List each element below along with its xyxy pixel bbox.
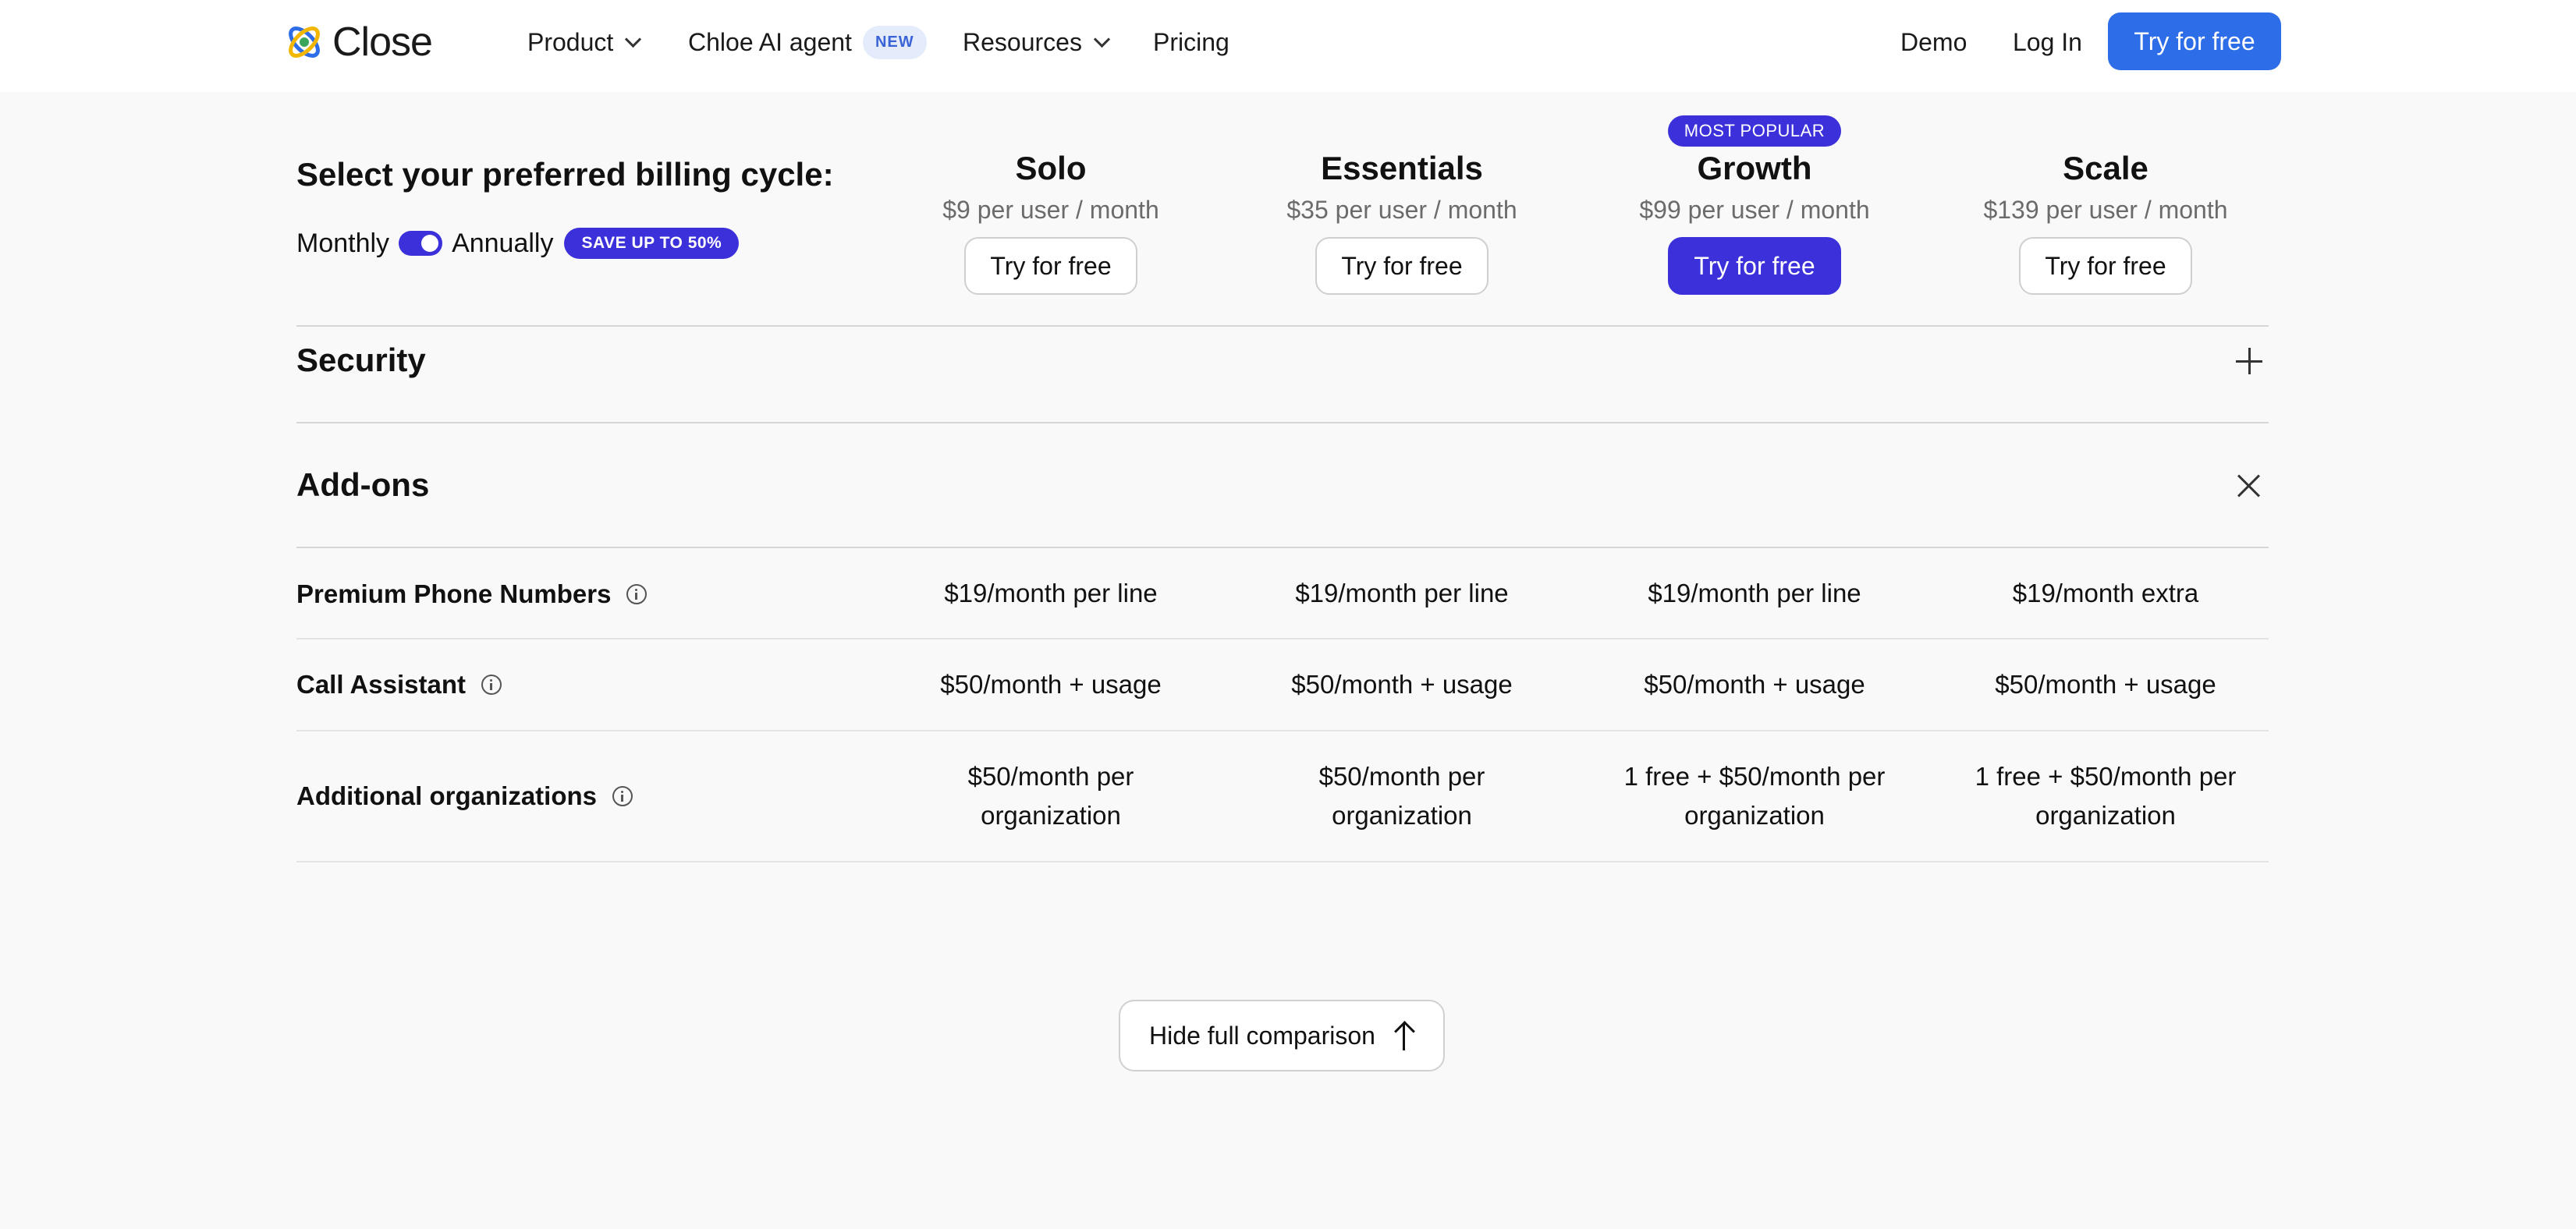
- addon-value: $50/month + usage: [940, 670, 1162, 699]
- logo-text: Close: [332, 19, 433, 65]
- growth-try-button[interactable]: Try for free: [1668, 237, 1841, 295]
- nav-product[interactable]: Product: [527, 27, 642, 58]
- billing-toggle[interactable]: [399, 231, 443, 256]
- addon-value: $19/month extra: [2012, 579, 2199, 607]
- top-navigation: Close Product Chloe AI agent NEW Resourc…: [0, 0, 2576, 92]
- addon-value: $50/month + usage: [1644, 670, 1865, 699]
- nav-pricing-label: Pricing: [1153, 27, 1229, 56]
- addon-label: Premium Phone Numbers: [296, 579, 612, 608]
- plan-growth: Growth $99 per user / month Try for free: [1579, 148, 1930, 295]
- nav-resources[interactable]: Resources: [963, 27, 1111, 58]
- addon-value: $50/month per organization: [967, 762, 1134, 830]
- plus-icon[interactable]: [2236, 348, 2262, 374]
- divider: [296, 422, 2269, 423]
- addon-value: $50/month + usage: [1291, 670, 1513, 699]
- nav-login-label: Log In: [2013, 27, 2082, 56]
- addon-value: $50/month per organization: [1318, 762, 1485, 830]
- solo-try-button[interactable]: Try for free: [964, 237, 1137, 295]
- nav-try-for-free-button[interactable]: Try for free: [2108, 12, 2281, 70]
- nav-chloe-label: Chloe AI agent: [688, 27, 852, 56]
- nav-pricing[interactable]: Pricing: [1153, 27, 1229, 58]
- annually-label: Annually: [452, 228, 554, 258]
- close-logo-icon: [289, 27, 320, 58]
- essentials-try-button[interactable]: Try for free: [1315, 237, 1488, 295]
- info-icon[interactable]: [481, 675, 502, 695]
- addon-value: $19/month per line: [944, 579, 1158, 607]
- plan-price: $35 per user / month: [1286, 196, 1517, 224]
- chevron-down-icon: [625, 30, 642, 48]
- nav-resources-label: Resources: [963, 27, 1082, 56]
- addon-value: $19/month per line: [1648, 579, 1861, 607]
- plan-essentials: Essentials $35 per user / month Try for …: [1226, 148, 1577, 295]
- plan-name: Scale: [2063, 150, 2148, 186]
- hide-full-comparison-button[interactable]: Hide full comparison: [1119, 1000, 1445, 1071]
- scale-try-button[interactable]: Try for free: [2019, 237, 2192, 295]
- addons-section-toggle[interactable]: Add-ons: [296, 466, 429, 504]
- new-badge: NEW: [862, 25, 927, 59]
- addon-value: 1 free + $50/month per organization: [1975, 762, 2237, 830]
- addon-additional-organizations: Additional organizations: [296, 779, 633, 813]
- addon-value: 1 free + $50/month per organization: [1623, 762, 1886, 830]
- plan-solo: Solo $9 per user / month Try for free: [875, 148, 1226, 295]
- divider: [296, 638, 2269, 639]
- billing-cycle-toggle-row: Monthly Annually SAVE UP TO 50%: [296, 225, 740, 262]
- chevron-down-icon: [1093, 30, 1111, 48]
- info-icon[interactable]: [612, 786, 633, 806]
- save-badge: SAVE UP TO 50%: [564, 228, 740, 259]
- close-icon[interactable]: [2236, 473, 2262, 499]
- nav-demo-label: Demo: [1900, 27, 1967, 56]
- arrow-up-icon: [1394, 1021, 1414, 1050]
- nav-chloe-ai-agent[interactable]: Chloe AI agent NEW: [688, 25, 927, 59]
- addon-call-assistant: Call Assistant: [296, 668, 502, 702]
- divider: [296, 325, 2269, 327]
- divider: [296, 861, 2269, 862]
- close-logo[interactable]: Close: [282, 19, 433, 66]
- hide-comparison-label: Hide full comparison: [1149, 1021, 1375, 1050]
- info-icon[interactable]: [626, 584, 648, 604]
- nav-demo[interactable]: Demo: [1900, 27, 1967, 58]
- plan-price: $99 per user / month: [1639, 196, 1870, 224]
- plan-name: Essentials: [1321, 150, 1483, 186]
- divider: [296, 547, 2269, 548]
- nav-login[interactable]: Log In: [2013, 27, 2082, 58]
- plan-name: Solo: [1015, 150, 1087, 186]
- addon-label: Call Assistant: [296, 670, 467, 699]
- plan-price: $9 per user / month: [942, 196, 1159, 224]
- addon-premium-phone-numbers: Premium Phone Numbers: [296, 577, 648, 611]
- divider: [296, 730, 2269, 731]
- addon-label: Additional organizations: [296, 781, 597, 810]
- monthly-label: Monthly: [296, 228, 390, 258]
- addon-value: $50/month + usage: [1995, 670, 2216, 699]
- security-section-toggle[interactable]: Security: [296, 342, 426, 379]
- billing-cycle-title: Select your preferred billing cycle:: [296, 156, 834, 193]
- addon-value: $19/month per line: [1295, 579, 1509, 607]
- nav-product-label: Product: [527, 27, 614, 56]
- plan-name: Growth: [1697, 150, 1812, 186]
- most-popular-badge: MOST POPULAR: [1668, 115, 1841, 147]
- plan-price: $139 per user / month: [1983, 196, 2228, 224]
- plan-scale: Scale $139 per user / month Try for free: [1930, 148, 2281, 295]
